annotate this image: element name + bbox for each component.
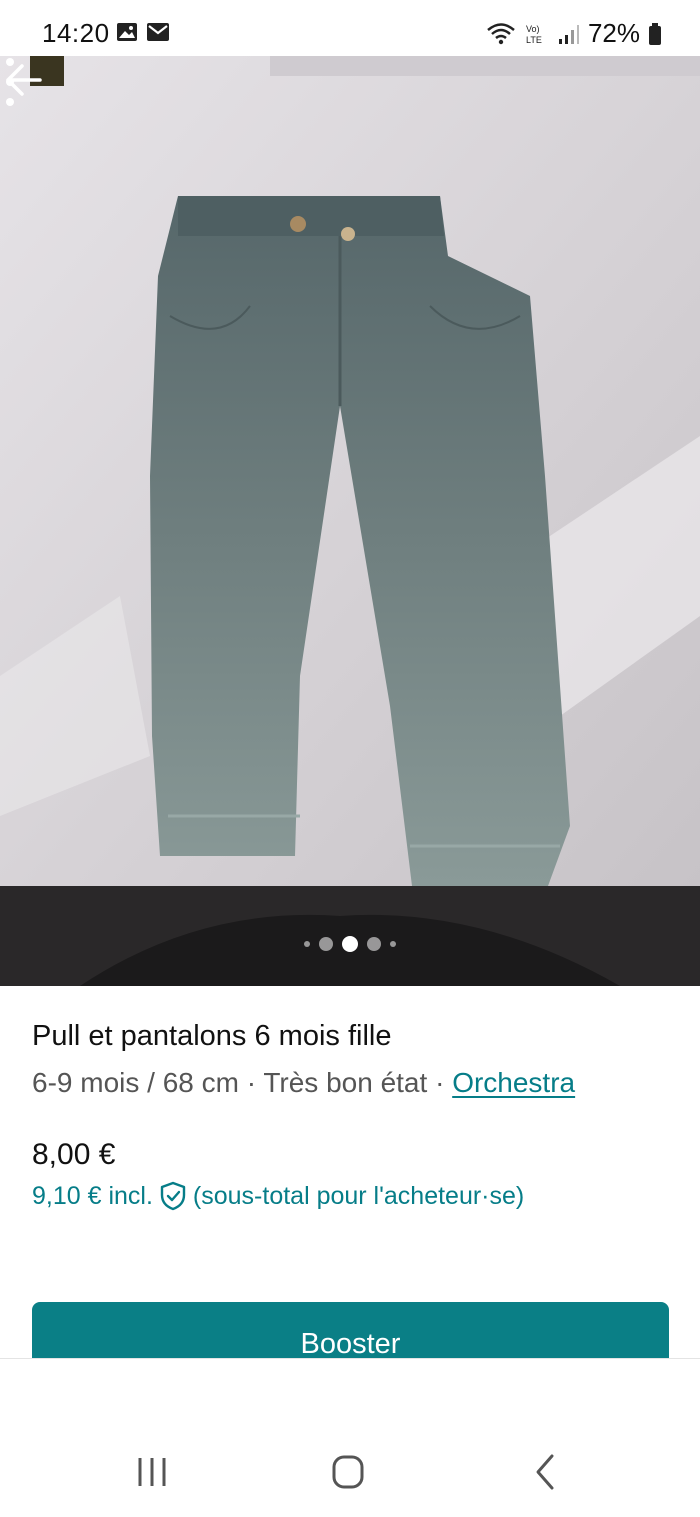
pager-dot[interactable] [390, 941, 396, 947]
photo-pager[interactable] [0, 936, 700, 952]
status-bar: 14:20 Vo) LTE 72% [0, 0, 700, 56]
listing-meta: 6-9 mois / 68 cm · Très bon état · Orche… [32, 1067, 672, 1099]
pager-dot[interactable] [367, 937, 381, 951]
navigation-bar [0, 1420, 700, 1517]
listing-details: Pull et pantalons 6 mois fille 6-9 mois … [32, 1020, 672, 1099]
svg-text:LTE: LTE [526, 35, 542, 45]
product-photo[interactable] [0, 56, 700, 986]
pager-dot[interactable] [319, 937, 333, 951]
brand-link[interactable]: Orchestra [452, 1067, 575, 1098]
listing-size: 6-9 mois / 68 cm [32, 1067, 239, 1098]
signal-icon [558, 24, 579, 44]
meta-separator: · [427, 1067, 453, 1098]
home-icon[interactable] [318, 1450, 378, 1494]
mail-icon [147, 23, 169, 41]
price-incl-row[interactable]: 9,10 € incl. (sous-total pour l'acheteur… [32, 1181, 524, 1211]
meta-separator: · [238, 1067, 264, 1098]
listing-title: Pull et pantalons 6 mois fille [32, 1020, 392, 1052]
status-time: 14:20 [42, 18, 110, 48]
svg-text:Vo): Vo) [526, 24, 540, 34]
status-right: Vo) LTE 72% [486, 18, 662, 49]
battery-text: 72% [587, 18, 640, 48]
volte-icon: Vo) LTE [526, 24, 542, 45]
listing-condition: Très bon état [263, 1067, 428, 1098]
product-photo-image [0, 56, 700, 986]
pager-dot-active[interactable] [342, 936, 358, 952]
price-incl: 9,10 € incl. [32, 1181, 153, 1210]
wifi-icon [487, 22, 515, 44]
price-incl-note: (sous-total pour l'acheteur·se) [192, 1181, 525, 1210]
recent-apps-icon[interactable] [122, 1450, 182, 1494]
shield-check-icon [160, 1181, 186, 1211]
battery-icon [649, 22, 661, 45]
image-icon [117, 23, 137, 41]
listing-price: 8,00 € [32, 1138, 116, 1171]
back-icon[interactable] [514, 1450, 574, 1494]
more-vertical-icon[interactable] [0, 56, 20, 108]
pager-dot[interactable] [304, 941, 310, 947]
